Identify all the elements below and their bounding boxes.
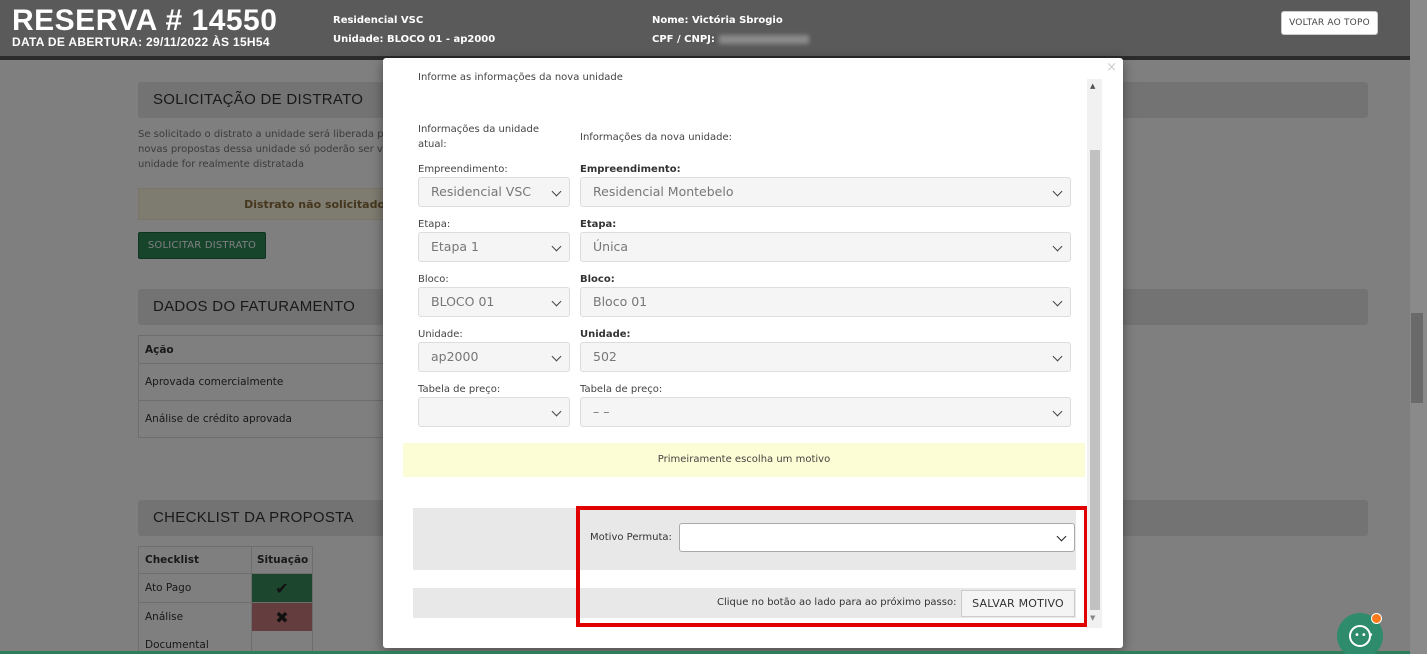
client-cpf: CPF / CNPJ: [652,30,809,49]
nome-value: Victória Sbrogio [691,15,783,26]
back-to-top-button[interactable]: VOLTAR AO TOPO [1281,11,1378,35]
opening-date: DATA DE ABERTURA: 29/11/2022 ÀS 15H54 [12,35,270,49]
etapa-new-label: Etapa: [580,219,617,230]
modal-intro: Informe as informações da nova unidade [418,72,623,83]
new-unit-heading: Informações da nova unidade: [580,132,733,143]
tabela-new-label: Tabela de preço: [580,384,663,395]
select-value: Residencial VSC [431,184,532,199]
bloco-current-select: BLOCO 01 [418,287,570,317]
close-icon[interactable]: × [1106,60,1117,75]
select-value: – – [593,404,610,419]
etapa-current-select: Etapa 1 [418,232,570,262]
select-value: Única [593,239,629,254]
unidade-label: Unidade: [333,34,384,45]
empreendimento-current-select: Residencial VSC [418,177,570,207]
chevron-down-icon [1052,186,1063,197]
unidade-new-label: Unidade: [580,329,631,340]
select-value: Bloco 01 [593,294,648,309]
scroll-down-icon[interactable]: ▼ [1090,614,1095,622]
empreendimento-name: Residencial VSC [333,15,424,26]
bloco-new-label: Bloco: [580,274,615,285]
etapa-new-select[interactable]: Única [580,232,1071,262]
chevron-down-icon [551,186,562,197]
etapa-current-label: Etapa: [418,219,451,230]
tabela-current-select [418,397,570,427]
select-value: Residencial Montebelo [593,184,734,199]
unidade-current-label: Unidade: [418,329,463,340]
reservation-header: RESERVA # 14550 DATA DE ABERTURA: 29/11/… [0,0,1427,60]
cpf-redacted [718,34,809,44]
chevron-down-icon [1052,241,1063,252]
select-value: BLOCO 01 [431,294,495,309]
tabela-current-label: Tabela de preço: [418,384,501,395]
chevron-down-icon [551,241,562,252]
scroll-up-icon[interactable]: ▲ [1090,82,1095,90]
select-value: 502 [593,349,617,364]
page-title: RESERVA # 14550 [12,4,278,37]
chevron-down-icon [1052,296,1063,307]
chevron-down-icon [551,296,562,307]
modal-scrollbar-thumb[interactable] [1090,150,1100,610]
tabela-new-select[interactable]: – – [580,397,1071,427]
highlight-box [576,506,1088,627]
unidade-new-select[interactable]: 502 [580,342,1071,372]
bloco-new-select[interactable]: Bloco 01 [580,287,1071,317]
empreendimento-new-label: Empreendimento: [580,164,681,175]
unidade-value: BLOCO 01 - ap2000 [387,34,496,45]
empreendimento-info: Residencial VSC Unidade: BLOCO 01 - ap20… [333,11,495,49]
client-info: Nome: Victória Sbrogio CPF / CNPJ: [652,11,809,49]
choose-motivo-warning: Primeiramente escolha um motivo [403,443,1085,477]
unidade-info: Unidade: BLOCO 01 - ap2000 [333,30,495,49]
current-unit-heading: Informações da unidade atual: [418,124,539,150]
chat-dots-icon: ••• [1354,630,1375,641]
bloco-current-label: Bloco: [418,274,449,285]
empreendimento-new-select[interactable]: Residencial Montebelo [580,177,1071,207]
chevron-down-icon [1052,351,1063,362]
select-value: ap2000 [431,349,479,364]
cpf-label: CPF / CNPJ: [652,34,715,45]
select-value: Etapa 1 [431,239,479,254]
notification-badge [1371,613,1382,624]
unidade-current-select: ap2000 [418,342,570,372]
chevron-down-icon [551,406,562,417]
empreendimento-current-label: Empreendimento: [418,164,508,175]
chevron-down-icon [1052,406,1063,417]
chevron-down-icon [551,351,562,362]
nome-label: Nome: [652,15,689,26]
page-scrollbar-thumb[interactable] [1411,313,1423,403]
client-name: Nome: Victória Sbrogio [652,11,809,30]
